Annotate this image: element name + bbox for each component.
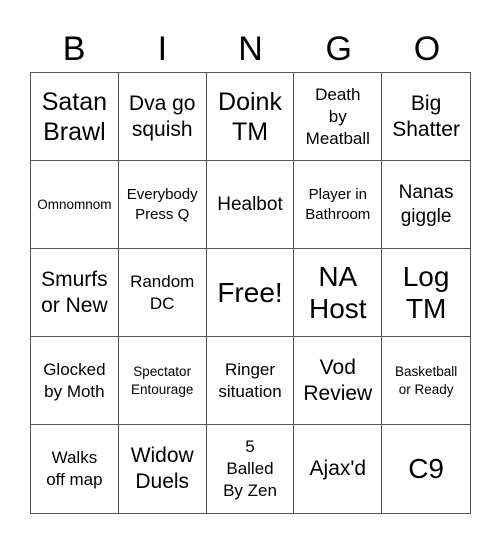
bingo-cell-text: Nanas giggle [398, 181, 454, 227]
bingo-cell-text: Player in Bathroom [305, 185, 371, 223]
bingo-cell[interactable]: Basketball or Ready [382, 337, 470, 425]
bingo-cell-text: Healbot [217, 193, 283, 215]
bingo-cell-text: Ringer situation [218, 359, 282, 401]
bingo-cell[interactable]: 5 Balled By Zen [207, 425, 295, 513]
bingo-cell-text: Satan Brawl [41, 87, 108, 146]
bingo-cell-text: Big Shatter [392, 91, 460, 141]
bingo-cell[interactable]: Healbot [206, 161, 295, 249]
bingo-cell[interactable]: Vod Review [294, 337, 383, 425]
bingo-cell[interactable]: Death by Meatball [294, 73, 383, 161]
bingo-cell[interactable]: Satan Brawl [31, 73, 119, 161]
bingo-cell[interactable]: Omnomnom [31, 161, 119, 249]
bingo-cell-text: Doink TM [218, 87, 282, 146]
bingo-cell[interactable]: Nanas giggle [382, 161, 470, 249]
bingo-cell[interactable]: Widow Duels [119, 425, 207, 513]
bingo-cell[interactable]: C9 [382, 425, 470, 513]
bingo-cell[interactable]: Ajax'd [294, 425, 383, 513]
bingo-cell[interactable]: Ringer situation [206, 337, 295, 425]
bingo-cell-text: Death by Meatball [305, 84, 370, 148]
bingo-cell-text: Omnomnom [37, 196, 112, 212]
bingo-cell[interactable]: Spectator Entourage [118, 337, 207, 425]
bingo-cell-text: Glocked by Moth [43, 359, 106, 401]
bingo-cell[interactable]: Log TM [382, 249, 470, 337]
bingo-cell[interactable]: Random DC [118, 249, 207, 337]
bingo-cell[interactable]: NA Host [294, 249, 383, 337]
bingo-cell[interactable]: Dva go squish [118, 73, 207, 161]
bingo-cell-text: Free! [217, 276, 283, 308]
bingo-cell-text: 5 Balled By Zen [223, 437, 277, 500]
bingo-cell[interactable]: Glocked by Moth [31, 337, 119, 425]
header-letter-i: I [157, 30, 168, 68]
bingo-cell-text: Dva go squish [128, 91, 196, 141]
bingo-header: B I N G O [30, 26, 471, 72]
bingo-cell[interactable]: Smurfs or New [31, 249, 119, 337]
bingo-cell-free[interactable]: Free! [206, 249, 295, 337]
bingo-cell-text: Ajax'd [309, 457, 367, 480]
bingo-cell[interactable]: Walks off map [31, 425, 119, 513]
bingo-cell-text: Smurfs or New [41, 267, 108, 317]
bingo-cell-text: NA Host [309, 260, 367, 324]
header-letter-n: N [238, 30, 263, 68]
bingo-cell-text: Everybody Press Q [126, 185, 198, 223]
bingo-cell-text: Walks off map [46, 448, 103, 489]
bingo-cell[interactable]: Everybody Press Q [118, 161, 207, 249]
bingo-cell-text: C9 [408, 453, 444, 484]
bingo-cell[interactable]: Player in Bathroom [294, 161, 383, 249]
bingo-cell-text: Basketball or Ready [394, 363, 458, 397]
header-letter-o: O [413, 30, 441, 68]
bingo-cell[interactable]: Doink TM [206, 73, 295, 161]
bingo-cell[interactable]: Big Shatter [382, 73, 470, 161]
bingo-cell-text: Log TM [402, 260, 450, 324]
header-letter-b: B [62, 30, 86, 68]
bingo-cell-text: Widow Duels [130, 444, 194, 493]
bingo-cell-text: Spectator Entourage [131, 363, 194, 397]
bingo-card: Satan Brawl Dva go squish Doink TM Death by… [30, 72, 471, 514]
bingo-cell-text: Vod Review [303, 355, 373, 405]
bingo-cell-text: Random DC [130, 271, 195, 313]
header-letter-g: G [325, 30, 352, 68]
